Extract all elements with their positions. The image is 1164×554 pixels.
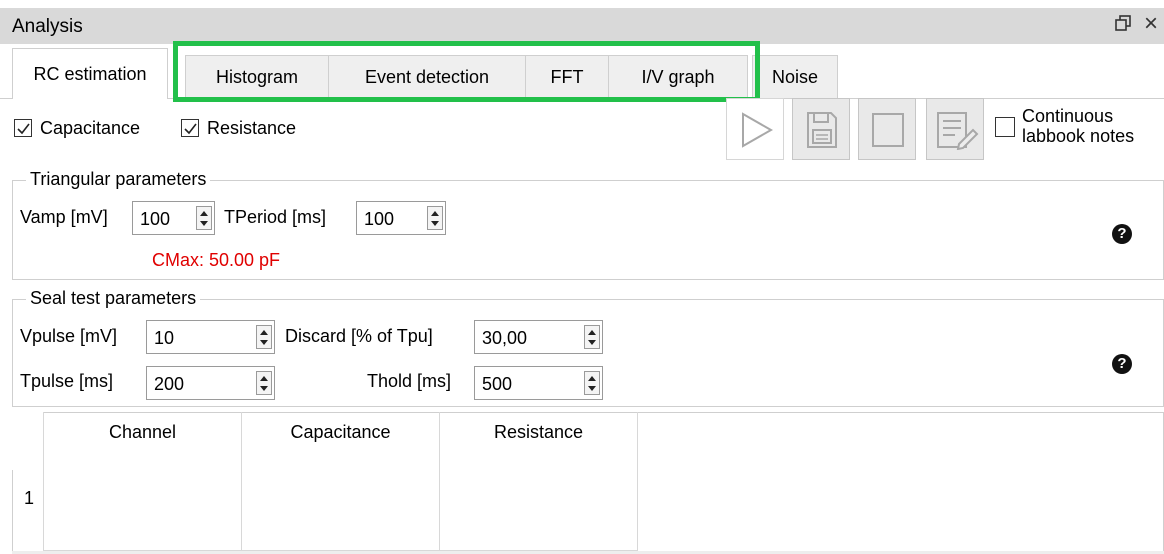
- labbook-button[interactable]: [926, 98, 984, 160]
- thold-spinbox[interactable]: 500: [474, 366, 603, 400]
- vpulse-spinbox[interactable]: 10: [146, 320, 275, 354]
- column-header-capacitance[interactable]: Capacitance: [242, 412, 440, 470]
- tperiod-spinbox[interactable]: 100: [356, 201, 446, 235]
- discard-value: 30,00: [482, 328, 528, 348]
- stop-button[interactable]: [858, 98, 916, 160]
- seal-test-parameters-title: Seal test parameters: [26, 288, 201, 309]
- labbook-icon: [937, 112, 979, 150]
- column-header-channel[interactable]: Channel: [44, 412, 242, 470]
- resistance-checkbox[interactable]: [181, 119, 199, 137]
- capacitance-checkbox[interactable]: [14, 119, 32, 137]
- row-header[interactable]: 1: [12, 470, 44, 554]
- continuous-label-line2: labbook notes: [1022, 126, 1135, 146]
- vpulse-label: Vpulse [mV]: [20, 326, 118, 346]
- cell-capacitance[interactable]: [242, 470, 440, 554]
- stop-icon: [872, 113, 904, 147]
- continuous-label-line1: Continuous: [1022, 106, 1114, 126]
- resistance-label: Resistance: [207, 118, 297, 138]
- save-button[interactable]: [792, 98, 850, 160]
- tpulse-spinbox[interactable]: 200: [146, 366, 275, 400]
- discard-spinbox[interactable]: 30,00: [474, 320, 603, 354]
- save-icon: [807, 112, 837, 148]
- discard-label: Discard [% of Tpu]: [285, 326, 433, 346]
- row-index: 1: [24, 488, 35, 508]
- triangular-parameters-title: Triangular parameters: [26, 169, 211, 190]
- cell-channel[interactable]: [44, 470, 242, 554]
- window-title: Analysis: [12, 16, 83, 37]
- float-window-icon[interactable]: [1114, 14, 1132, 38]
- vamp-label: Vamp [mV]: [20, 207, 108, 227]
- continuous-labbook-checkbox[interactable]: [995, 117, 1015, 137]
- tpulse-label: Tpulse [ms]: [20, 371, 114, 391]
- start-button[interactable]: [726, 98, 784, 160]
- tperiod-value: 100: [364, 209, 395, 229]
- thold-label: Thold [ms]: [367, 371, 452, 391]
- continuous-labbook-label: Continuous labbook notes: [1022, 106, 1134, 146]
- tpulse-value: 200: [154, 374, 185, 394]
- tpulse-spin-arrows[interactable]: [256, 371, 272, 395]
- close-icon[interactable]: ×: [1144, 10, 1158, 38]
- highlight-box: [173, 41, 760, 102]
- vpulse-spin-arrows[interactable]: [256, 325, 272, 349]
- thold-spin-arrows[interactable]: [584, 371, 600, 395]
- tab-noise[interactable]: Noise: [752, 55, 838, 98]
- triangular-help-icon[interactable]: ?: [1112, 224, 1132, 244]
- vamp-value: 100: [140, 209, 171, 229]
- play-icon: [742, 112, 774, 148]
- column-header-resistance[interactable]: Resistance: [440, 412, 638, 470]
- tab-rc-estimation[interactable]: RC estimation: [12, 48, 168, 99]
- vamp-spinbox[interactable]: 100: [132, 201, 215, 235]
- thold-value: 500: [482, 374, 513, 394]
- cmax-text: CMax: 50.00 pF: [152, 250, 281, 270]
- vamp-spin-arrows[interactable]: [196, 206, 212, 230]
- cell-resistance[interactable]: [440, 470, 638, 554]
- table-corner: [12, 412, 44, 470]
- tperiod-spin-arrows[interactable]: [427, 206, 443, 230]
- seal-test-help-icon[interactable]: ?: [1112, 354, 1132, 374]
- title-bar: [0, 8, 1164, 44]
- tperiod-label: TPeriod [ms]: [224, 207, 327, 227]
- discard-spin-arrows[interactable]: [584, 325, 600, 349]
- capacitance-label: Capacitance: [40, 118, 141, 138]
- vpulse-value: 10: [154, 328, 175, 348]
